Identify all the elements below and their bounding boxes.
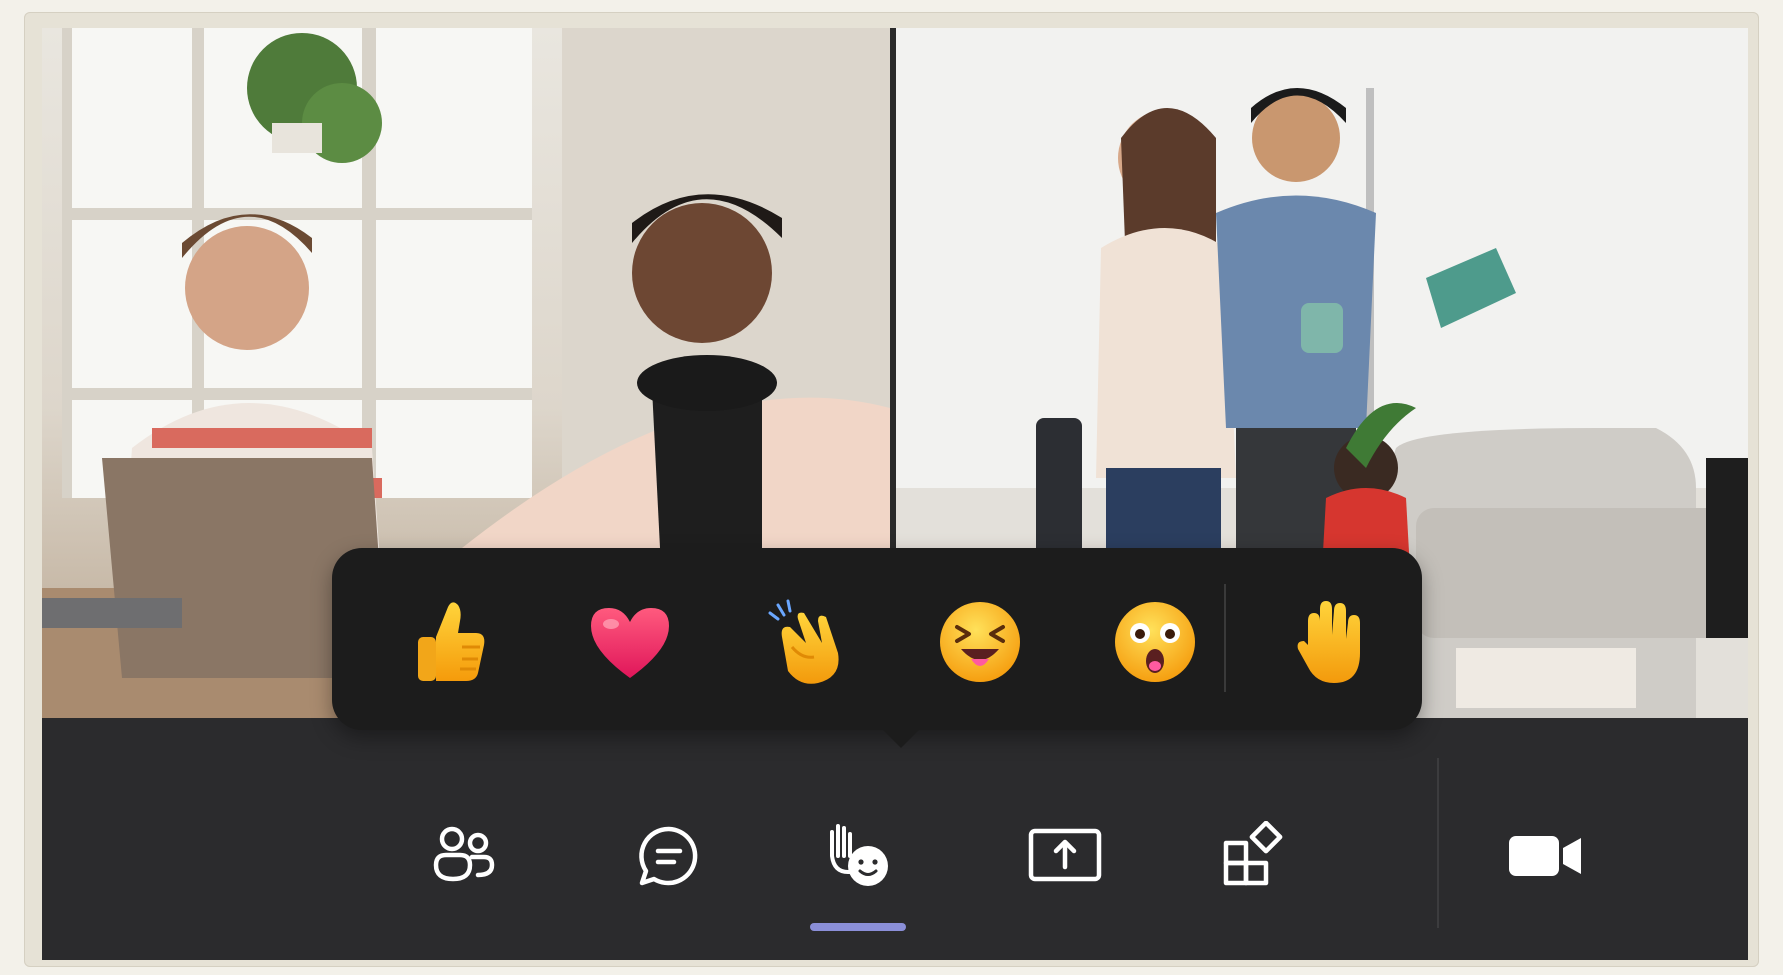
reactions-popup: [332, 548, 1422, 730]
share-screen-icon: [1028, 828, 1102, 882]
chat-icon: [639, 826, 698, 886]
raise-hand[interactable]: [1282, 594, 1378, 690]
video-camera-icon: [1509, 836, 1581, 876]
like-reaction[interactable]: [404, 594, 500, 690]
camera-button[interactable]: [1502, 813, 1588, 899]
thumbs-up-icon: [418, 602, 485, 681]
apps-icon: [1223, 821, 1283, 886]
react-icon: [830, 824, 888, 886]
meeting-toolbar: [42, 718, 1748, 960]
applause-reaction[interactable]: [759, 594, 855, 690]
apps-button[interactable]: [1210, 813, 1296, 899]
surprised-reaction[interactable]: [1107, 594, 1203, 690]
share-button[interactable]: [1022, 813, 1108, 899]
reactions-separator: [1224, 584, 1226, 692]
meeting-stage: [42, 28, 1748, 960]
laughing-face-icon: [940, 602, 1020, 682]
clapping-hands-icon: [768, 599, 839, 684]
active-tab-indicator: [810, 923, 906, 931]
laugh-reaction[interactable]: [932, 594, 1028, 690]
chat-button[interactable]: [626, 813, 712, 899]
raised-hand-icon: [1297, 601, 1360, 683]
people-icon: [433, 826, 495, 882]
react-button[interactable]: [815, 813, 901, 899]
surprised-face-icon: [1115, 602, 1195, 682]
people-button[interactable]: [420, 813, 506, 899]
toolbar-separator: [1437, 758, 1439, 928]
love-reaction[interactable]: [582, 594, 678, 690]
reactions-popup-pointer: [877, 724, 925, 748]
heart-icon: [591, 608, 669, 678]
